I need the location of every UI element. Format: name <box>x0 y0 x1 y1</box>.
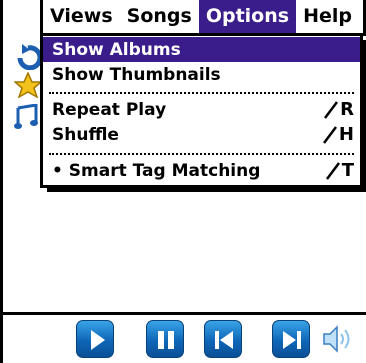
pause-icon <box>158 331 174 349</box>
menu-shortcut: T <box>325 160 354 181</box>
shortcut-key: T <box>341 160 354 181</box>
options-dropdown: Show Albums Show Thumbnails Repeat Play … <box>40 36 366 192</box>
shortcut-key: H <box>338 124 354 145</box>
play-icon <box>91 330 105 350</box>
menu-item-shuffle[interactable]: Shuffle H <box>43 122 360 147</box>
menu-item-label: • Smart Tag Matching <box>52 160 261 181</box>
previous-track-icon <box>215 331 233 349</box>
music-app-screen: Views Songs Options Help Show Albums Sho… <box>0 0 366 363</box>
graffiti-stroke-icon <box>322 125 337 144</box>
next-track-icon <box>283 331 301 349</box>
play-button[interactable] <box>76 320 114 358</box>
menu-songs[interactable]: Songs <box>120 0 199 33</box>
menu-item-label: Show Albums <box>52 39 181 60</box>
graffiti-stroke-icon <box>325 161 340 180</box>
menu-shortcut: R <box>324 99 354 120</box>
menu-item-label: Repeat Play <box>52 99 167 120</box>
graffiti-stroke-icon <box>324 100 339 119</box>
menu-item-repeat-play[interactable]: Repeat Play R <box>43 97 360 122</box>
menu-bar: Views Songs Options Help <box>40 0 366 36</box>
previous-track-button[interactable] <box>204 320 242 358</box>
menu-item-label: Show Thumbnails <box>52 64 221 85</box>
menu-item-label: Shuffle <box>52 124 119 145</box>
menu-help[interactable]: Help <box>296 0 359 33</box>
menu-views[interactable]: Views <box>43 0 120 33</box>
menu-item-smart-tag-matching[interactable]: • Smart Tag Matching T <box>43 158 360 183</box>
menu-item-show-thumbnails[interactable]: Show Thumbnails <box>43 62 360 87</box>
next-track-button[interactable] <box>272 320 310 358</box>
pause-button[interactable] <box>146 320 184 358</box>
menu-item-show-albums[interactable]: Show Albums <box>43 37 360 62</box>
shortcut-key: R <box>340 99 354 120</box>
menu-separator <box>49 92 354 94</box>
menu-separator <box>49 153 354 155</box>
menu-shortcut: H <box>322 124 354 145</box>
window-frame-left <box>0 0 3 363</box>
menu-options[interactable]: Options <box>198 0 297 33</box>
toolbar-divider <box>0 312 366 315</box>
volume-icon[interactable] <box>321 323 355 355</box>
